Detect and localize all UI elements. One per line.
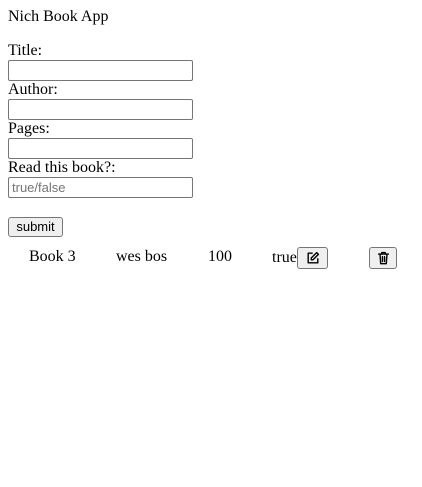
author-label: Author: bbox=[8, 81, 58, 98]
pages-label: Pages: bbox=[8, 120, 50, 137]
book-pages: 100 bbox=[208, 248, 232, 265]
book-app-page: Nich Book App Title: Author: Pages: Read… bbox=[0, 0, 422, 487]
app-title: Nich Book App bbox=[8, 8, 109, 25]
book-title: Book 3 bbox=[29, 248, 76, 265]
edit-book-button[interactable] bbox=[297, 247, 328, 269]
read-input[interactable] bbox=[8, 177, 193, 198]
book-author: wes bos bbox=[116, 248, 168, 265]
author-input[interactable] bbox=[8, 99, 193, 120]
trash-icon bbox=[377, 251, 390, 265]
delete-book-button[interactable] bbox=[369, 247, 397, 269]
read-label: Read this book?: bbox=[8, 159, 116, 176]
title-input[interactable] bbox=[8, 60, 193, 81]
title-label: Title: bbox=[8, 42, 43, 59]
submit-button[interactable]: submit bbox=[8, 217, 63, 237]
book-row: Book 3 wes bos 100 true bbox=[0, 244, 422, 270]
book-read-status: true bbox=[272, 249, 297, 266]
edit-icon bbox=[306, 251, 320, 265]
pages-input[interactable] bbox=[8, 138, 193, 159]
